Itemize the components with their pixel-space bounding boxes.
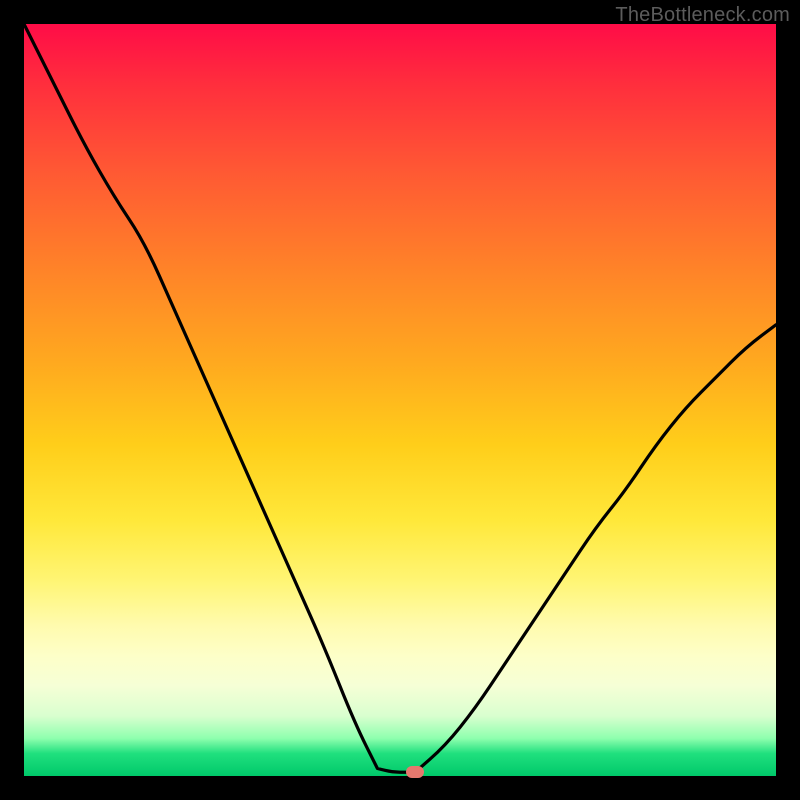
optimum-marker — [406, 766, 424, 778]
plot-area — [24, 24, 776, 776]
bottleneck-curve — [24, 24, 776, 776]
chart-frame: TheBottleneck.com — [0, 0, 800, 800]
